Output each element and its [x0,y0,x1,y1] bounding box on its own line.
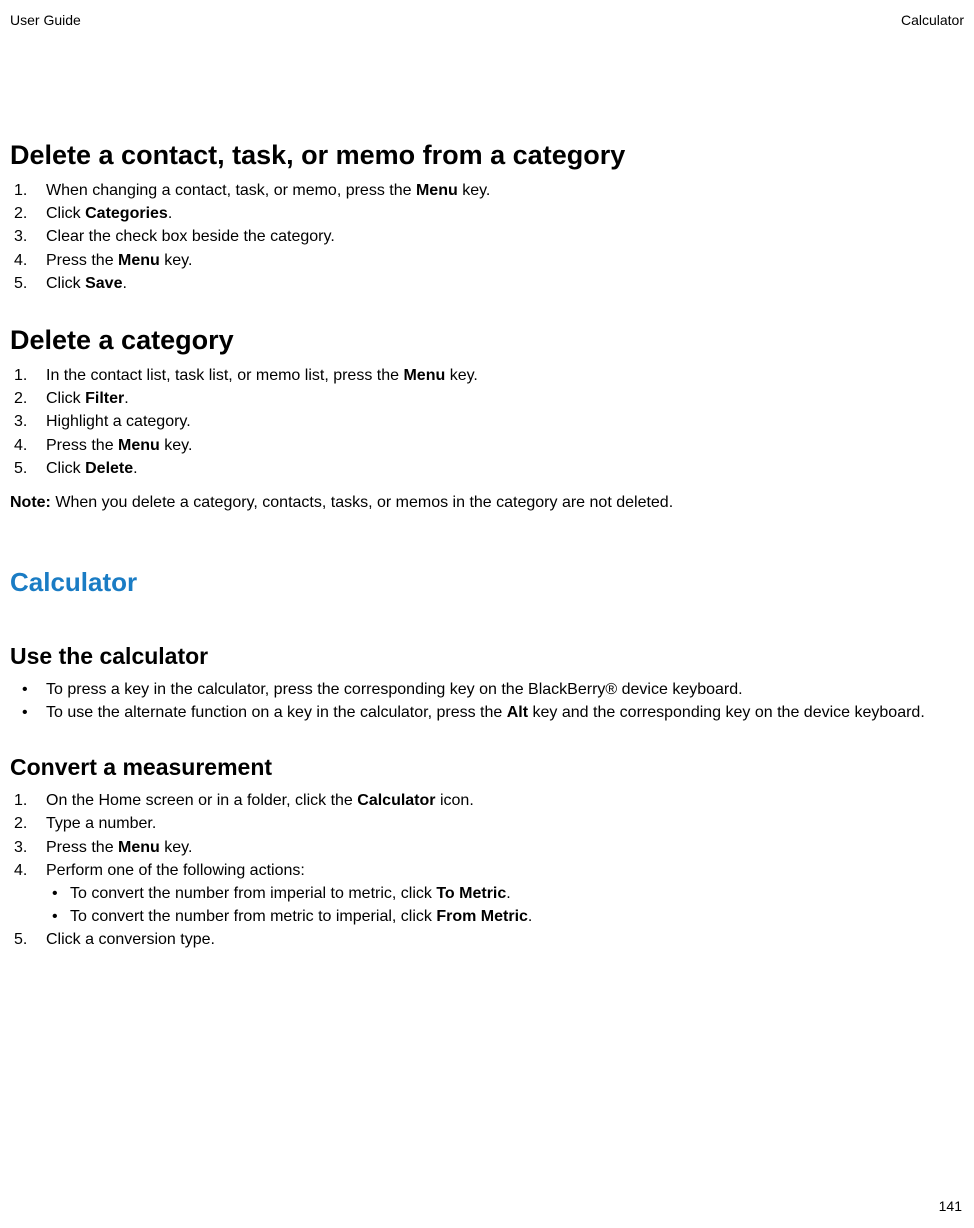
header-left: User Guide [10,12,81,28]
list-item: When changing a contact, task, or memo, … [10,179,964,202]
heading-use-calculator: Use the calculator [10,643,964,670]
steps-convert-measurement: On the Home screen or in a folder, click… [10,789,964,951]
list-item: Highlight a category. [10,410,964,433]
list-item: On the Home screen or in a folder, click… [10,789,964,812]
note-delete-category: Note: When you delete a category, contac… [10,494,964,512]
page-number: 141 [939,1198,962,1214]
note-label: Note: [10,494,51,511]
list-item: To use the alternate function on a key i… [10,701,964,724]
list-item: To press a key in the calculator, press … [10,678,964,701]
note-text: When you delete a category, contacts, ta… [51,494,673,511]
heading-calculator: Calculator [10,567,964,598]
list-item: Click Save. [10,272,964,295]
list-item: Press the Menu key. [10,434,964,457]
list-item: Click Delete. [10,457,964,480]
page-content: Delete a contact, task, or memo from a c… [10,140,964,952]
heading-delete-category: Delete a category [10,325,964,356]
list-item: Click Categories. [10,202,964,225]
page-header: User Guide Calculator [10,12,964,28]
list-item: Clear the check box beside the category. [10,225,964,248]
list-item: To convert the number from metric to imp… [46,905,964,928]
heading-convert-measurement: Convert a measurement [10,754,964,781]
sublist-convert: To convert the number from imperial to m… [46,882,964,928]
list-item: To convert the number from imperial to m… [46,882,964,905]
steps-delete-category: In the contact list, task list, or memo … [10,364,964,480]
steps-delete-from-category: When changing a contact, task, or memo, … [10,179,964,295]
header-right: Calculator [901,12,964,28]
list-use-calculator: To press a key in the calculator, press … [10,678,964,724]
list-item: In the contact list, task list, or memo … [10,364,964,387]
list-item: Click a conversion type. [10,928,964,951]
list-item: Press the Menu key. [10,249,964,272]
list-item: Type a number. [10,812,964,835]
list-item: Press the Menu key. [10,836,964,859]
list-item: Click Filter. [10,387,964,410]
heading-delete-from-category: Delete a contact, task, or memo from a c… [10,140,964,171]
list-item: Perform one of the following actions: To… [10,859,964,929]
